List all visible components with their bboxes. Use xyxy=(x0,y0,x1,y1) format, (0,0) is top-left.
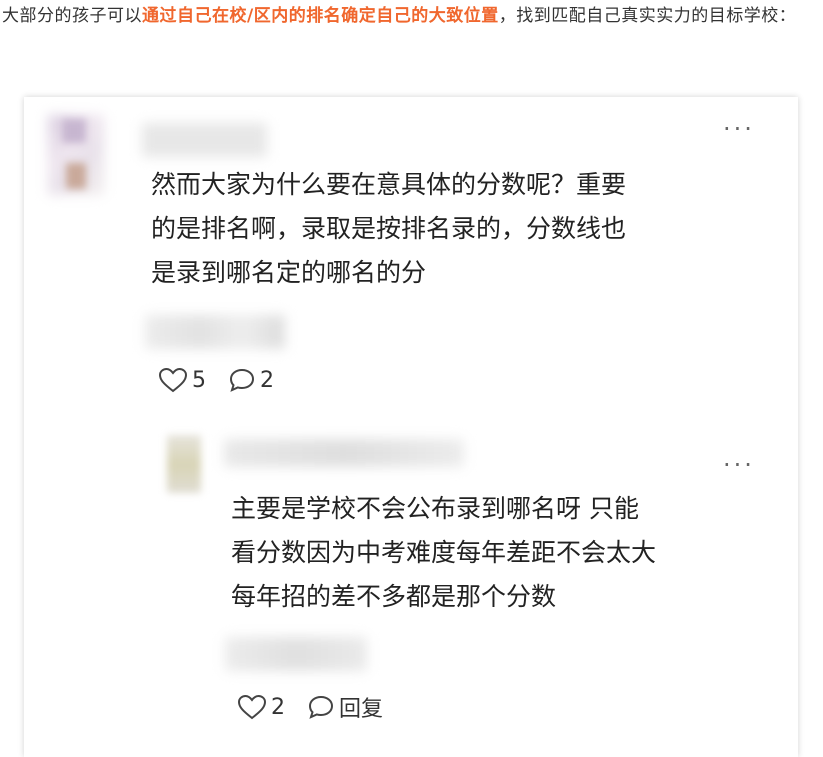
intro-paragraph: 大部分的孩子可以通过自己在校/区内的排名确定自己的大致位置，找到匹配自己真实实力… xyxy=(2,0,817,33)
reply-reply-button[interactable]: 回复 xyxy=(307,691,383,723)
like-count: 5 xyxy=(192,367,206,393)
reply-avatar[interactable] xyxy=(167,435,201,493)
like-button[interactable]: 5 xyxy=(158,367,206,393)
comment-meta xyxy=(145,315,285,349)
comment-line: 是录到哪名定的哪名的分 xyxy=(151,258,427,287)
heart-icon xyxy=(158,367,188,393)
reply-line: 每年招的差不多都是那个分数 xyxy=(231,582,557,611)
reply-meta xyxy=(225,637,367,671)
reply-like-button[interactable]: 2 xyxy=(237,694,285,720)
username[interactable] xyxy=(142,123,267,157)
reply-line: 主要是学校不会公布录到哪名呀 只能 xyxy=(231,494,639,523)
intro-prefix: 大部分的孩子可以 xyxy=(2,6,142,26)
reply-text: 主要是学校不会公布录到哪名呀 只能 看分数因为中考难度每年差距不会太大 每年招的… xyxy=(231,487,656,619)
reply-count: 2 xyxy=(260,367,274,393)
comment-screenshot: ··· 然而大家为什么要在意具体的分数呢？重要 的是排名啊，录取是按排名录的，分… xyxy=(24,97,798,757)
intro-suffix: ，找到匹配自己真实实力的目标学校： xyxy=(498,6,797,26)
reply-like-count: 2 xyxy=(271,694,285,720)
more-options-icon[interactable]: ··· xyxy=(723,117,755,141)
reply-more-options-icon[interactable]: ··· xyxy=(723,453,755,477)
comment-bubble-icon xyxy=(229,368,255,392)
comment-text: 然而大家为什么要在意具体的分数呢？重要 的是排名啊，录取是按排名录的，分数线也 … xyxy=(151,163,626,295)
reply-actions: 2 回复 xyxy=(237,691,405,723)
avatar[interactable] xyxy=(48,115,104,195)
reply-label: 回复 xyxy=(339,697,384,722)
comment-actions: 5 2 xyxy=(158,367,296,393)
reply-line: 看分数因为中考难度每年差距不会太大 xyxy=(231,538,657,567)
comment-bubble-icon xyxy=(308,695,334,719)
comment-line: 的是排名啊，录取是按排名录的，分数线也 xyxy=(151,214,627,243)
heart-icon xyxy=(237,694,267,720)
reply-username[interactable] xyxy=(224,439,464,467)
comment-line: 然而大家为什么要在意具体的分数呢？重要 xyxy=(151,170,627,199)
intro-highlight: 通过自己在校/区内的排名确定自己的大致位置 xyxy=(142,6,499,26)
reply-button[interactable]: 2 xyxy=(228,367,274,393)
